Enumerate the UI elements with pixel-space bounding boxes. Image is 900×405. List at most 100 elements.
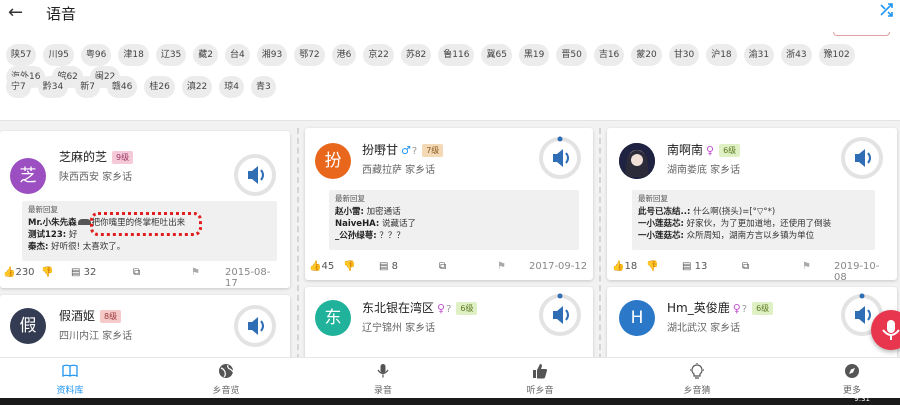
region-tag[interactable]: 晋50 xyxy=(556,44,587,66)
like-button[interactable]: 👍230 xyxy=(3,267,35,278)
region-tag[interactable]: 粤96 xyxy=(80,44,112,66)
recording-card[interactable]: 南啊南 ♀ 6级 湖南娄底 家乡话 最新回复 此号已冻结..: 什么啊(挠头)=[°… xyxy=(607,128,897,280)
avatar[interactable]: 东 xyxy=(315,300,351,336)
region-tag[interactable]: 宁7 xyxy=(6,76,31,98)
app-header: ← 语音 xyxy=(0,0,900,28)
region-tag[interactable]: 台4 xyxy=(225,44,250,66)
region-tag[interactable]: 藏2 xyxy=(193,44,218,66)
share-icon[interactable]: ⧉ xyxy=(742,261,749,272)
level-badge: 6级 xyxy=(719,144,741,157)
latest-replies[interactable]: 最新回复 赵小雷: 加密通话 NaiveHA: 说藏话了 _公孙绿萼: ？？？ xyxy=(329,190,579,250)
region-tag[interactable]: 浙43 xyxy=(781,44,812,66)
play-audio-button[interactable] xyxy=(538,136,582,180)
region-tag[interactable]: 渝31 xyxy=(743,44,775,66)
nav-item-listen[interactable]: 听乡音 xyxy=(495,358,585,399)
region-tag[interactable]: 鲁116 xyxy=(438,44,475,66)
avatar[interactable]: 扮 xyxy=(315,143,351,179)
help-icon[interactable]: ? xyxy=(742,304,747,315)
comment-button[interactable]: ▤ 8 xyxy=(379,261,398,272)
region-tag[interactable]: 豫102 xyxy=(818,44,855,66)
dislike-button[interactable]: 👎 xyxy=(646,261,658,272)
avatar[interactable]: 芝 xyxy=(10,158,46,194)
recording-card[interactable]: 芝 芝麻的芝 9级 陕西西安 家乡话 最新回复 Mr.小朱先森 把你嘴里的佟掌柜吐出… xyxy=(0,131,290,288)
region-tag[interactable]: 陕57 xyxy=(6,44,37,66)
reply-text: 说藏话了 xyxy=(382,219,417,229)
avatar[interactable] xyxy=(619,143,655,179)
shuffle-icon[interactable] xyxy=(880,3,894,21)
avatar[interactable]: H xyxy=(619,300,655,336)
region-tag[interactable]: 新7 xyxy=(75,76,100,98)
region-tag[interactable]: 辽35 xyxy=(155,44,187,66)
region-tag[interactable]: 鄂72 xyxy=(294,44,325,66)
gender-male-icon: ♂ xyxy=(401,144,411,157)
flag-icon[interactable]: ⚑ xyxy=(191,267,200,278)
comment-button[interactable]: ▤ 13 xyxy=(682,261,707,272)
region-tag[interactable]: 吉16 xyxy=(593,44,625,66)
latest-replies[interactable]: 最新回复 此号已冻结..: 什么啊(挠头)=[°▽°*) 一小莲菇芯: 好家伙，… xyxy=(632,190,875,250)
gender-female-icon: ♀ xyxy=(732,302,741,315)
help-icon[interactable]: ? xyxy=(446,304,451,315)
user-location: 辽宁锦州 家乡话 xyxy=(362,323,436,334)
region-tag[interactable]: 黔34 xyxy=(37,76,69,98)
user-location: 湖北武汉 家乡话 xyxy=(667,323,741,334)
post-date: 2017-09-12 xyxy=(529,261,588,272)
region-tag[interactable]: 蒙20 xyxy=(631,44,662,66)
share-icon[interactable]: ⧉ xyxy=(133,267,140,278)
nav-label: 资料库 xyxy=(56,386,84,396)
flag-icon[interactable]: ⚑ xyxy=(497,261,506,272)
region-tag[interactable]: 津18 xyxy=(118,44,149,66)
dislike-button[interactable]: 👎 xyxy=(41,267,53,278)
region-tag[interactable]: 京22 xyxy=(363,44,394,66)
play-audio-button[interactable] xyxy=(233,153,277,197)
microphone-icon xyxy=(882,320,900,340)
back-arrow-icon[interactable]: ← xyxy=(8,2,23,23)
nav-item-browse[interactable]: 乡音览 xyxy=(181,358,271,399)
nav-item-library[interactable]: 资料库 xyxy=(25,358,115,399)
region-tag[interactable]: 冀65 xyxy=(481,44,512,66)
like-count: 230 xyxy=(15,267,35,278)
region-tag[interactable]: 沪18 xyxy=(706,44,737,66)
play-audio-button[interactable] xyxy=(538,293,582,337)
reply-user: 秦杰: xyxy=(28,242,49,252)
region-tag[interactable]: 青3 xyxy=(251,76,276,98)
card-actions: 👍45 👎 ▤ 8 ⧉ ⚑ 2017-09-12 xyxy=(309,261,589,275)
region-tag[interactable]: 赣46 xyxy=(106,76,138,98)
region-tag[interactable]: 甘30 xyxy=(668,44,700,66)
help-icon[interactable]: ? xyxy=(412,146,417,157)
region-tag[interactable]: 桂26 xyxy=(144,76,175,98)
level-badge: 7级 xyxy=(422,144,444,157)
record-fab-button[interactable] xyxy=(871,310,900,350)
share-icon[interactable]: ⧉ xyxy=(439,261,446,272)
region-tag[interactable]: 黑19 xyxy=(518,44,550,66)
avatar-photo xyxy=(619,143,655,179)
recording-card[interactable]: 扮 扮嘢甘 ♂? 7级 西藏拉萨 家乡话 最新回复 赵小雷: 加密通话 NaiveH… xyxy=(305,128,593,280)
reply-user: 一小莲菇芯: xyxy=(638,231,684,241)
play-audio-button[interactable] xyxy=(840,136,884,180)
avatar[interactable]: 假 xyxy=(10,308,46,344)
flag-icon[interactable]: ⚑ xyxy=(802,261,811,272)
level-badge: 8级 xyxy=(100,310,122,323)
user-name: 芝麻的芝 9级 xyxy=(59,148,134,165)
car-emoji-icon xyxy=(77,219,91,225)
region-tag[interactable]: 港6 xyxy=(331,44,357,66)
region-tag[interactable]: 苏82 xyxy=(400,44,432,66)
user-name-text: 芝麻的芝 xyxy=(59,150,108,164)
region-tag[interactable]: 琼4 xyxy=(219,76,245,98)
recording-card[interactable]: 假 假酒妪 8级 四川内江 家乡话 xyxy=(0,295,290,360)
recording-grid: 芝 芝麻的芝 9级 陕西西安 家乡话 最新回复 Mr.小朱先森 把你嘴里的佟掌柜吐出… xyxy=(0,120,900,360)
dislike-button[interactable]: 👎 xyxy=(343,261,355,272)
like-button[interactable]: 👍18 xyxy=(612,261,637,272)
user-location: 湖南娄底 家乡话 xyxy=(667,165,741,176)
comment-button[interactable]: ▤ 32 xyxy=(71,267,96,278)
region-tag[interactable]: 滇22 xyxy=(181,76,213,98)
play-audio-button[interactable] xyxy=(233,304,277,348)
nav-item-more[interactable]: 更多 xyxy=(807,358,897,399)
region-tag[interactable]: 川95 xyxy=(43,44,74,66)
recording-card[interactable]: H Hm_英俊鹿 ♀? 6级 湖北武汉 家乡话 xyxy=(607,287,897,360)
panel-tab-edge xyxy=(833,32,890,36)
region-tag[interactable]: 湘93 xyxy=(256,44,288,66)
nav-item-guess[interactable]: 乡音猜 xyxy=(652,358,742,399)
like-button[interactable]: 👍45 xyxy=(309,261,334,272)
nav-item-record[interactable]: 录音 xyxy=(338,358,428,399)
recording-card[interactable]: 东 东北银在湾区 ♀? 6级 辽宁锦州 家乡话 xyxy=(305,287,593,360)
